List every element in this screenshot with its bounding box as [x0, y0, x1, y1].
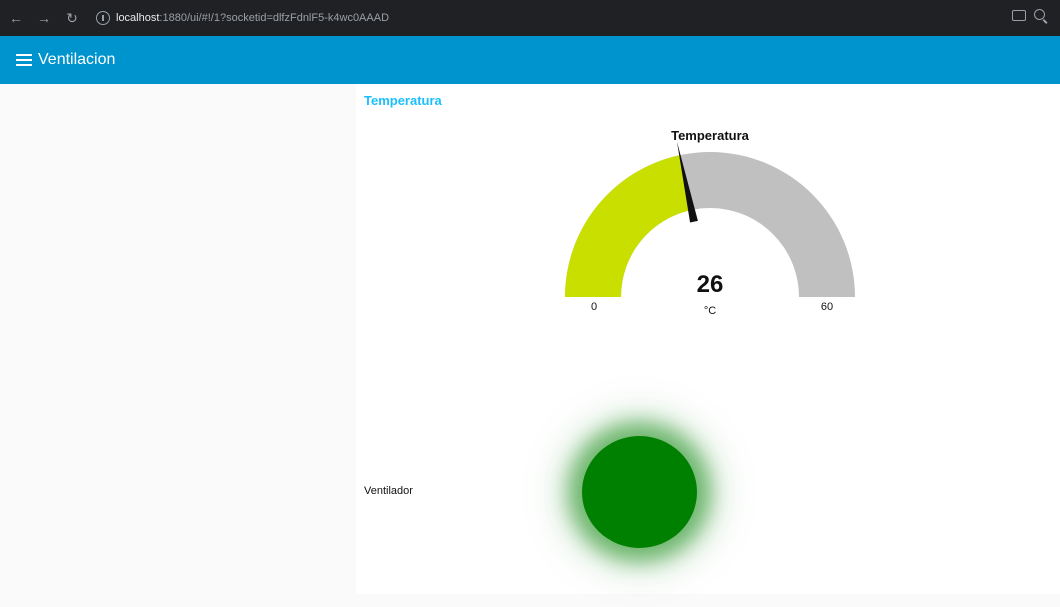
gauge-unit: °C	[704, 305, 716, 317]
forward-icon[interactable]: →	[34, 8, 54, 28]
temperature-gauge: Temperatura 26 °C 0 60	[565, 128, 855, 317]
gauge-max-label: 60	[821, 301, 833, 313]
reload-icon[interactable]: ↻	[62, 8, 82, 28]
menu-icon[interactable]	[16, 54, 32, 66]
ventilador-label: Ventilador	[364, 485, 413, 497]
back-icon[interactable]: ←	[6, 8, 26, 28]
app-toolbar: Ventilacion	[0, 36, 1060, 84]
url-path: :1880/ui/#!/1?socketid=dlfzFdnlF5-k4wc0A…	[159, 12, 390, 24]
gauge-title: Temperatura	[671, 128, 750, 143]
address-bar[interactable]: localhost:1880/ui/#!/1?socketid=dlfzFdnl…	[90, 6, 1010, 30]
url-host: localhost	[116, 12, 160, 24]
ventilador-led	[582, 436, 697, 548]
cast-icon[interactable]	[1012, 10, 1026, 21]
gauge-value: 26	[697, 271, 724, 298]
toolbar-title: Ventilacion	[38, 51, 116, 68]
zoom-icon[interactable]	[1034, 9, 1045, 20]
dashboard-group-card: Temperatura Temperatura 26 °C 0 60 Venti…	[356, 84, 1060, 594]
url-text[interactable]: localhost:1880/ui/#!/1?socketid=dlfzFdnl…	[116, 10, 389, 26]
browser-bar: ← → ↻ localhost:1880/ui/#!/1?socketid=dl…	[0, 0, 1060, 36]
gauge-min-label: 0	[591, 301, 597, 313]
gauge-fill	[565, 155, 692, 297]
info-icon[interactable]	[96, 11, 110, 25]
